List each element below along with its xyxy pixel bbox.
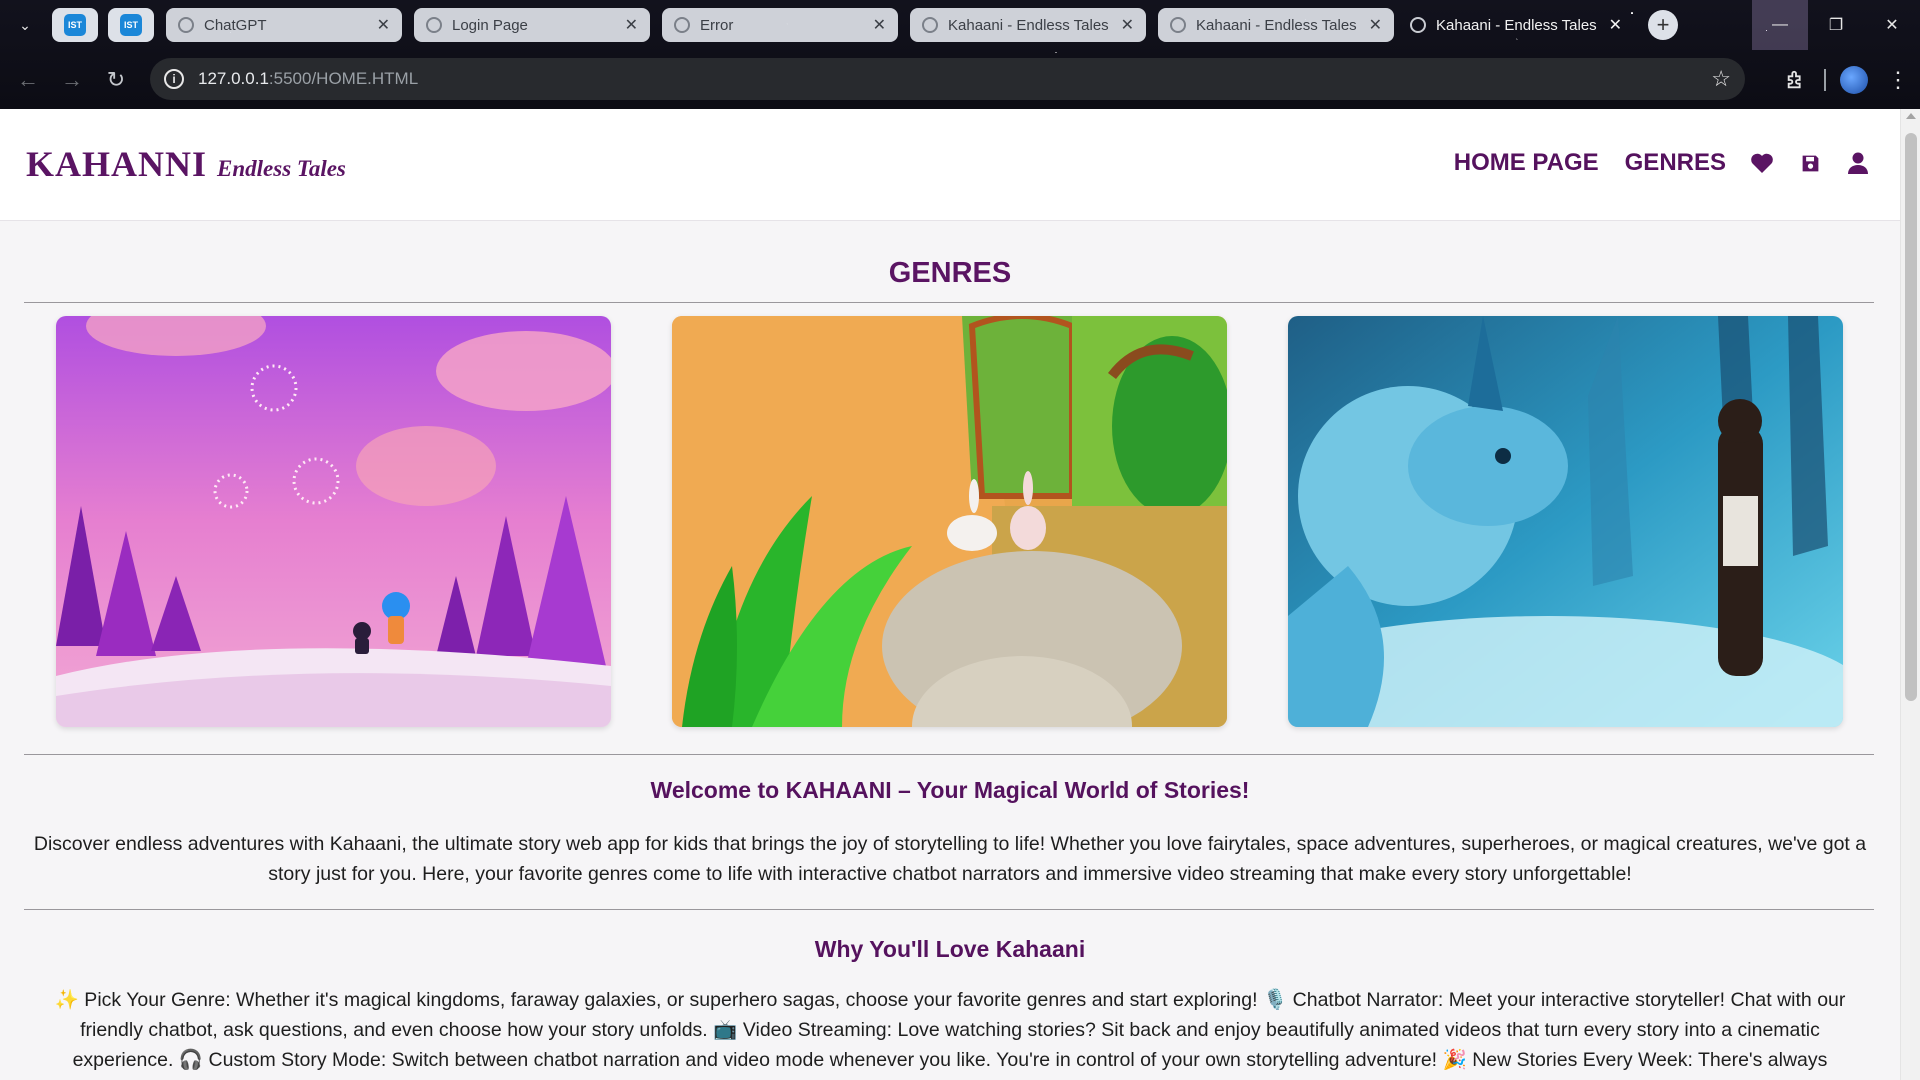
tab-error[interactable]: Error ✕ <box>662 8 898 42</box>
tab-login-page[interactable]: Login Page ✕ <box>414 8 650 42</box>
fairy-night-image <box>56 316 611 727</box>
divider <box>24 909 1874 910</box>
url-host: 127.0.0.1 <box>198 69 269 88</box>
tab-search-icon[interactable]: ⌄ <box>8 10 42 40</box>
scrollbar-thumb[interactable] <box>1905 133 1917 701</box>
bookmark-star-icon[interactable]: ☆ <box>1711 66 1731 92</box>
browser-chrome: ⌄ IST IST ChatGPT ✕ Login Page ✕ Error ✕… <box>0 0 1920 109</box>
tab-title: Kahaani - Endless Tales <box>1436 16 1597 34</box>
pinned-tab[interactable]: IST <box>52 8 98 42</box>
globe-favicon-icon <box>674 17 690 33</box>
genre-card-fairy-night[interactable] <box>56 316 611 727</box>
tab-title: Kahaani - Endless Tales <box>1196 16 1357 34</box>
globe-favicon-icon <box>1410 17 1426 33</box>
tab-title: ChatGPT <box>204 16 267 34</box>
tab-strip: ⌄ IST IST ChatGPT ✕ Login Page ✕ Error ✕… <box>0 0 1920 50</box>
tab-close-icon[interactable]: ✕ <box>873 15 886 35</box>
tab-close-icon[interactable]: ✕ <box>1121 15 1134 35</box>
genres-heading: GENRES <box>888 257 1012 289</box>
url-path: :5500/HOME.HTML <box>268 69 419 88</box>
chatgpt-favicon-icon <box>178 17 194 33</box>
page-scrollbar[interactable] <box>1900 109 1920 1080</box>
site-header: KAHANNI Endless Tales HOME PAGE GENRES <box>0 109 1900 221</box>
why-paragraph: ✨ Pick Your Genre: Whether it's magical … <box>54 989 1846 1071</box>
main-nav: HOME PAGE GENRES <box>1428 149 1870 177</box>
genre-card-bunnies-forest[interactable] <box>672 316 1227 727</box>
tab-title: Kahaani - Endless Tales <box>948 16 1109 34</box>
dragon-hero-image <box>1288 316 1843 727</box>
ist-favicon-icon: IST <box>64 14 86 36</box>
save-icon[interactable] <box>1798 151 1822 175</box>
address-bar[interactable]: i 127.0.0.1:5500/HOME.HTML ☆ <box>150 58 1745 100</box>
close-window-icon[interactable]: ✕ <box>1864 0 1920 50</box>
tab-chatgpt[interactable]: ChatGPT ✕ <box>166 8 402 42</box>
extensions-puzzle-icon[interactable] <box>1774 69 1818 91</box>
window-controls: — ❐ ✕ <box>1752 0 1920 50</box>
new-tab-button[interactable]: + <box>1648 10 1678 40</box>
tab-kahaani-active[interactable]: Kahaani - Endless Tales ✕ <box>1398 8 1634 42</box>
url-text[interactable]: 127.0.0.1:5500/HOME.HTML <box>198 69 1711 89</box>
browser-toolbar: ← → ↻ i 127.0.0.1:5500/HOME.HTML ☆ ⋮ <box>0 50 1920 109</box>
logo-tagline: Endless Tales <box>217 156 346 181</box>
divider <box>24 302 1874 303</box>
restore-icon[interactable]: ❐ <box>1808 0 1864 50</box>
reload-icon[interactable]: ↻ <box>94 58 138 102</box>
toolbar-separator <box>1824 68 1826 91</box>
logo-wordmark: KAHANNI <box>26 144 208 184</box>
profile-avatar-icon[interactable] <box>1840 65 1868 94</box>
tab-close-icon[interactable]: ✕ <box>377 15 390 35</box>
tab-title: Login Page <box>452 16 528 34</box>
minimize-icon[interactable]: — <box>1752 0 1808 50</box>
nav-genres[interactable]: GENRES <box>1625 149 1726 177</box>
welcome-heading: Welcome to KAHAANI – Your Magical World … <box>650 777 1250 803</box>
tab-close-icon[interactable]: ✕ <box>1369 15 1382 35</box>
ist-favicon-icon: IST <box>120 14 142 36</box>
back-arrow-icon[interactable]: ← <box>6 58 50 102</box>
toolbar-actions: ⋮ <box>1774 50 1920 109</box>
tab-kahaani-1[interactable]: Kahaani - Endless Tales ✕ <box>910 8 1146 42</box>
welcome-paragraph: Discover endless adventures with Kahaani… <box>33 833 1867 885</box>
site-info-icon[interactable]: i <box>164 69 184 89</box>
tab-close-icon[interactable]: ✕ <box>625 15 638 35</box>
heart-icon[interactable] <box>1750 151 1774 175</box>
divider <box>24 754 1874 755</box>
nav-home-page[interactable]: HOME PAGE <box>1454 149 1599 177</box>
site-logo[interactable]: KAHANNI Endless Tales <box>26 143 346 185</box>
forward-arrow-icon[interactable]: → <box>50 58 94 102</box>
scroll-up-arrow-icon[interactable] <box>1906 113 1916 119</box>
bunnies-forest-image <box>672 316 1227 727</box>
tab-kahaani-2[interactable]: Kahaani - Endless Tales ✕ <box>1158 8 1394 42</box>
page-viewport: KAHANNI Endless Tales HOME PAGE GENRES G… <box>0 109 1920 1080</box>
tab-title: Error <box>700 16 734 34</box>
user-icon[interactable] <box>1846 151 1870 175</box>
genre-card-dragon-hero[interactable] <box>1288 316 1843 727</box>
globe-favicon-icon <box>922 17 938 33</box>
globe-favicon-icon <box>1170 17 1186 33</box>
pinned-tab[interactable]: IST <box>108 8 154 42</box>
menu-kebab-icon[interactable]: ⋮ <box>1876 67 1920 93</box>
tab-close-icon[interactable]: ✕ <box>1609 15 1622 35</box>
globe-favicon-icon <box>426 17 442 33</box>
why-heading: Why You'll Love Kahaani <box>814 936 1086 962</box>
